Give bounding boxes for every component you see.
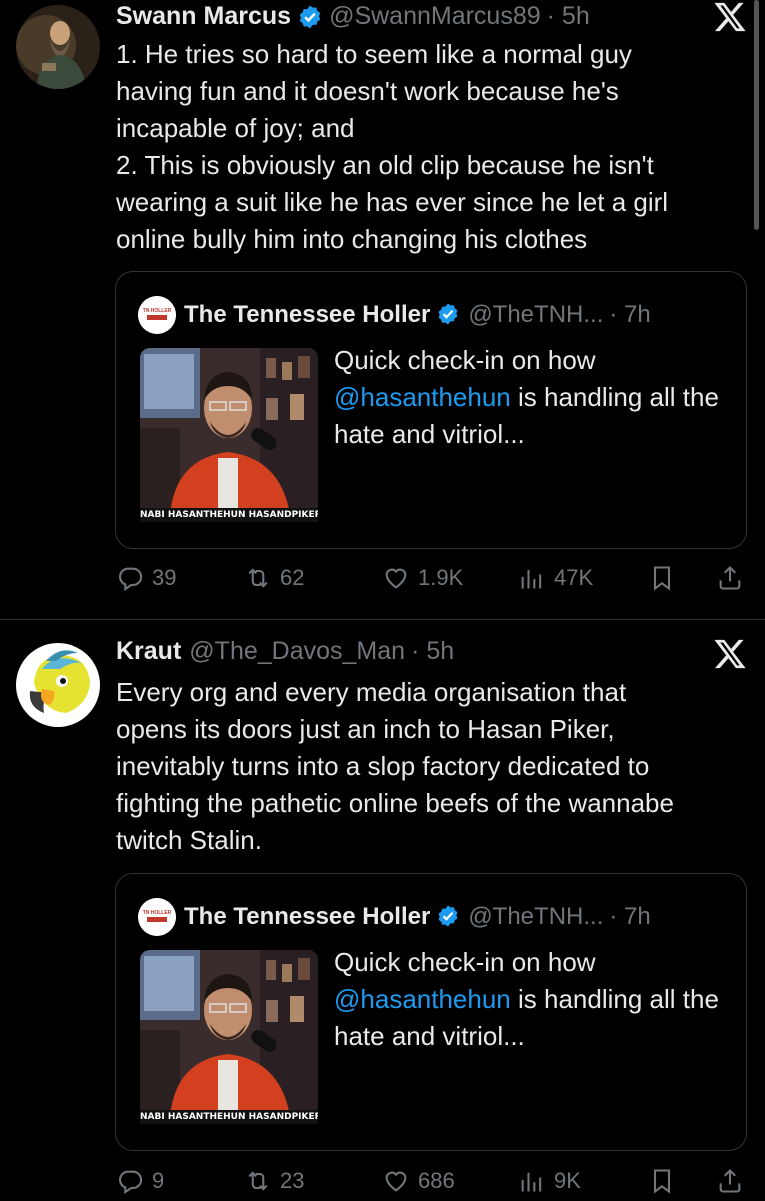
bookmark-button[interactable] [648,564,676,592]
tweet[interactable]: Kraut @The_Davos_Man · 5h Every org and … [0,621,765,1200]
tweet-text: Every org and every media organisation t… [116,677,674,855]
share-icon [719,566,741,590]
quote-handle[interactable]: @TheTNH... [468,301,603,329]
views-button[interactable]: 47K [518,564,593,592]
repost-count: 62 [280,565,305,590]
reply-button[interactable]: 9 [116,1167,164,1195]
repost-icon [248,1171,268,1191]
reply-count: 9 [152,1168,165,1193]
quote-timestamp[interactable]: · 7h [609,301,650,329]
verified-badge-icon [436,302,462,328]
quote-display-name[interactable]: The Tennessee Holler [184,903,430,931]
repost-icon [248,568,268,588]
action-bar: 9 23 686 9K [116,1167,748,1201]
timestamp[interactable]: · 5h [547,2,590,31]
tweet-text: 1. He tries so hard to seem like a norma… [116,39,669,254]
verified-badge-icon [297,4,323,30]
quote-timestamp[interactable]: · 7h [609,903,650,931]
views-button[interactable]: 9K [518,1167,581,1195]
like-button[interactable]: 686 [382,1167,455,1195]
quote-text-part: Quick check-in on how [334,345,596,375]
x-logo-icon[interactable] [713,0,747,34]
divider [0,619,765,620]
tweet-header: Swann Marcus @SwannMarcus89 · 5h [116,2,590,31]
bookmark-icon [653,1169,671,1194]
handle[interactable]: @SwannMarcus89 [329,2,541,31]
bookmark-button[interactable] [648,1167,676,1195]
quote-handle[interactable]: @TheTNH... [468,903,603,931]
display-name[interactable]: Kraut [116,637,181,666]
like-icon [385,568,407,589]
thumbnail-caption: NABI HASANTHEHUN HASANDPIKER [140,1110,318,1124]
tnh-logo-icon: TN HOLLER [138,296,176,334]
avatar[interactable] [16,643,100,727]
video-thumbnail[interactable] [140,348,318,514]
mention-link[interactable]: @hasanthehun [334,984,511,1014]
tnh-logo-icon: TN HOLLER [138,898,176,936]
svg-text:TN HOLLER: TN HOLLER [143,910,172,916]
share-button[interactable] [716,1167,744,1195]
action-bar: 39 62 1.9K 47K [116,564,748,598]
bookmark-icon [653,566,671,591]
view-count: 9K [554,1168,581,1193]
repost-count: 23 [280,1168,305,1193]
display-name[interactable]: Swann Marcus [116,2,291,31]
reply-button[interactable]: 39 [116,564,176,592]
quote-text: Quick check-in on how @hasanthehun is ha… [334,944,734,1055]
thumbnail-caption: NABI HASANTHEHUN HASANDPIKER [140,508,318,522]
quote-tweet-card[interactable]: TN HOLLER The Tennessee Holler @TheTNH..… [115,873,747,1151]
verified-badge-icon [436,904,462,930]
quote-header: TN HOLLER The Tennessee Holler @TheTNH..… [138,898,651,936]
repost-button[interactable]: 62 [244,564,304,592]
tweet-header: Kraut @The_Davos_Man · 5h [116,637,454,666]
svg-text:TN HOLLER: TN HOLLER [143,308,172,314]
views-icon [521,569,542,589]
quote-display-name[interactable]: The Tennessee Holler [184,301,430,329]
quote-tweet-card[interactable]: TN HOLLER The Tennessee Holler @TheTNH..… [115,271,747,549]
x-logo-icon[interactable] [713,637,747,671]
share-button[interactable] [716,564,744,592]
scrollbar[interactable] [754,0,759,230]
repost-button[interactable]: 23 [244,1167,304,1195]
like-button[interactable]: 1.9K [382,564,463,592]
avatar[interactable] [16,5,100,89]
reply-icon [119,1170,143,1195]
video-thumbnail[interactable] [140,950,318,1116]
like-count: 1.9K [418,565,464,590]
view-count: 47K [554,565,594,590]
like-count: 686 [418,1168,455,1193]
views-icon [521,1172,542,1192]
mention-link[interactable]: @hasanthehun [334,382,511,412]
quote-header: TN HOLLER The Tennessee Holler @TheTNH..… [138,296,651,334]
like-icon [385,1171,407,1192]
quote-text: Quick check-in on how @hasanthehun is ha… [334,342,734,453]
reply-icon [119,567,143,592]
quote-text-part: Quick check-in on how [334,947,596,977]
handle[interactable]: @The_Davos_Man [189,637,405,666]
tweet[interactable]: Swann Marcus @SwannMarcus89 · 5h 1. He t… [0,0,765,620]
reply-count: 39 [152,565,177,590]
timestamp[interactable]: · 5h [411,637,454,666]
share-icon [719,1169,741,1193]
